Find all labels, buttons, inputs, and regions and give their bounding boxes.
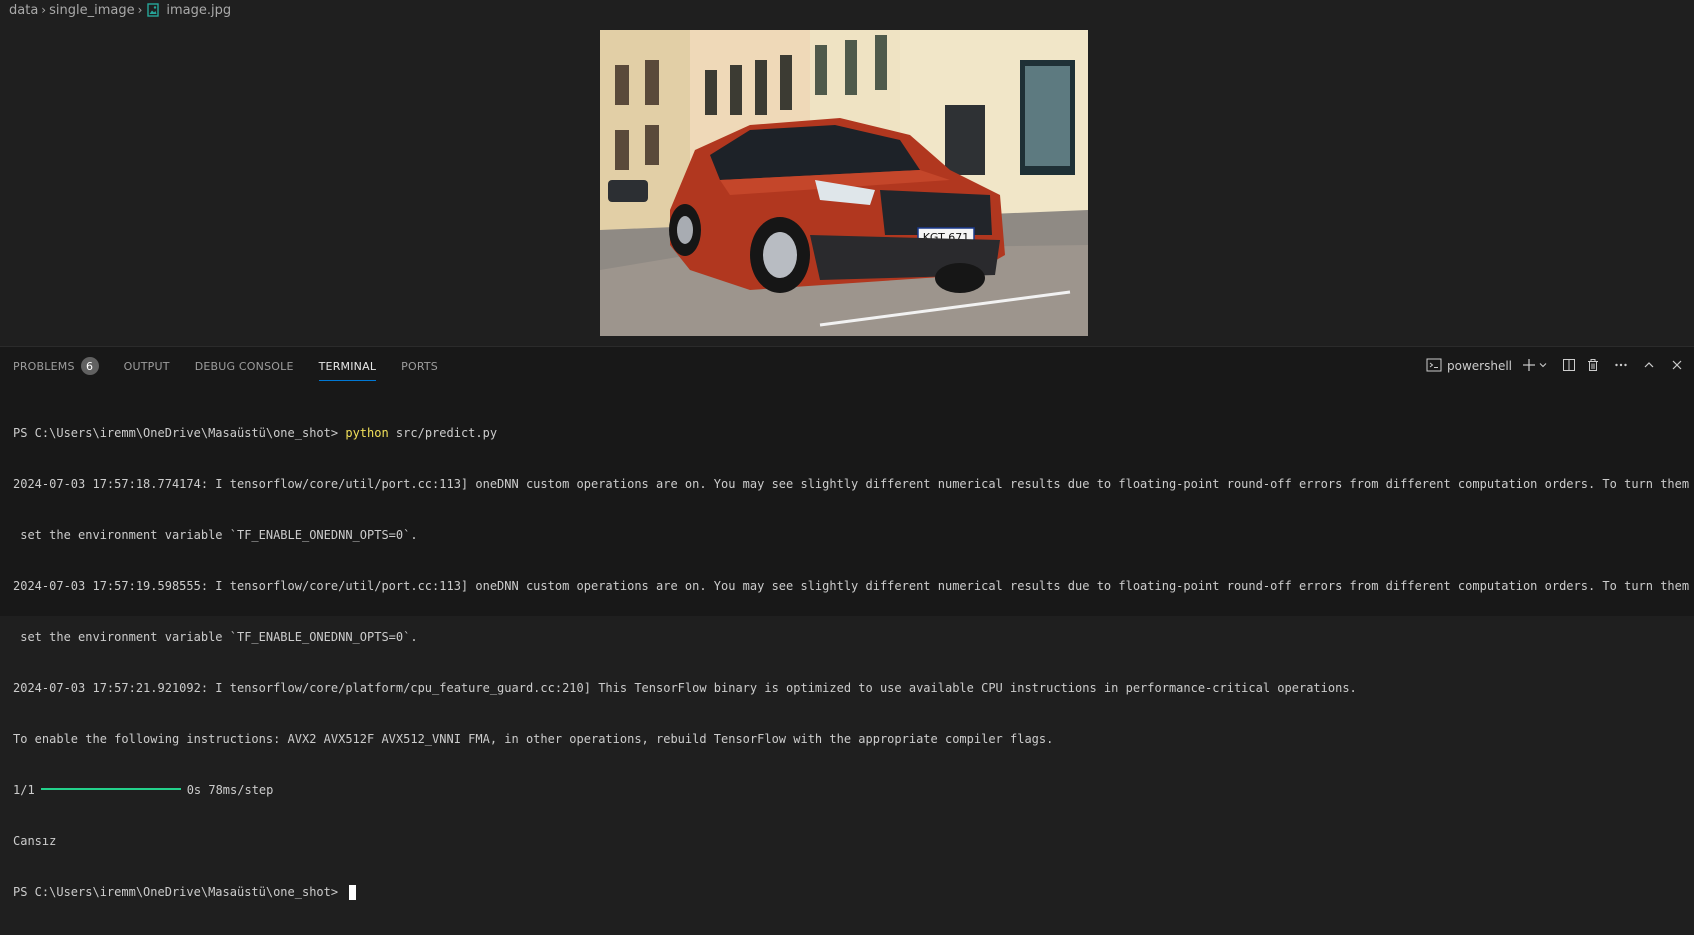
tab-terminal[interactable]: TERMINAL xyxy=(318,355,377,381)
split-terminal-button[interactable] xyxy=(1562,358,1576,375)
problems-count-badge: 6 xyxy=(80,357,99,375)
terminal-cursor xyxy=(349,885,357,900)
image-preview: KGT 671 xyxy=(600,30,1088,336)
tab-output[interactable]: OUTPUT xyxy=(124,355,170,377)
tab-debug-console-label: DEBUG CONSOLE xyxy=(194,359,294,373)
prompt: PS C:\Users\iremm\OneDrive\Masaüstü\one_… xyxy=(13,885,346,899)
progress-bar xyxy=(40,788,181,790)
maximize-panel-button[interactable] xyxy=(1642,358,1656,375)
bottom-panel: PROBLEMS 6 OUTPUT DEBUG CONSOLE TERMINAL… xyxy=(0,346,1694,900)
prediction-result: Cansız xyxy=(13,834,57,848)
terminal-line: 2024-07-03 17:57:19.598555: I tensorflow… xyxy=(13,579,1694,593)
trash-icon xyxy=(1586,358,1600,375)
breadcrumb-item-image-jpg[interactable]: image.jpg xyxy=(166,3,231,18)
terminal-line: set the environment variable `TF_ENABLE_… xyxy=(13,630,418,644)
split-icon xyxy=(1562,358,1576,375)
breadcrumb: data › single_image › image.jpg xyxy=(9,0,231,20)
image-file-icon xyxy=(147,3,160,17)
chevron-right-icon: › xyxy=(137,3,143,17)
tab-problems-label: PROBLEMS xyxy=(13,359,75,373)
command-args: src/predict.py xyxy=(388,426,498,440)
progress-step: 1/1 xyxy=(13,783,35,797)
close-panel-button[interactable] xyxy=(1670,358,1684,375)
tab-ports-label: PORTS xyxy=(401,359,438,373)
tab-problems[interactable]: PROBLEMS 6 xyxy=(13,355,99,377)
panel-tabs: PROBLEMS 6 OUTPUT DEBUG CONSOLE TERMINAL… xyxy=(13,355,463,381)
shell-label: powershell xyxy=(1447,359,1512,373)
command-executable: python xyxy=(345,426,389,440)
editor-area: data › single_image › image.jpg KGT 671 xyxy=(0,0,1694,346)
chevron-right-icon: › xyxy=(41,3,47,17)
more-actions-button[interactable] xyxy=(1614,358,1628,375)
tab-debug-console[interactable]: DEBUG CONSOLE xyxy=(195,355,294,377)
close-icon xyxy=(1670,358,1684,375)
progress-text: 0s 78ms/step xyxy=(186,783,274,797)
terminal-line: 2024-07-03 17:57:18.774174: I tensorflow… xyxy=(13,477,1694,491)
terminal-line: PS C:\Users\iremm\OneDrive\Masaüstü\one_… xyxy=(13,884,1684,901)
chevron-down-icon[interactable] xyxy=(1538,359,1548,373)
terminal-output[interactable]: PS C:\Users\iremm\OneDrive\Masaüstü\one_… xyxy=(13,391,1694,935)
chevron-up-icon xyxy=(1642,358,1656,375)
breadcrumb-item-single-image[interactable]: single_image xyxy=(49,3,134,18)
terminal-shell-selector[interactable]: powershell xyxy=(1426,358,1512,375)
plus-icon xyxy=(1522,358,1536,375)
terminal-line: To enable the following instructions: AV… xyxy=(13,732,1054,746)
tab-output-label: OUTPUT xyxy=(123,359,170,373)
terminal-line: PS C:\Users\iremm\OneDrive\Masaüstü\one_… xyxy=(13,425,1684,442)
panel-actions: powershell xyxy=(1416,355,1684,377)
terminal-line: 2024-07-03 17:57:21.921092: I tensorflow… xyxy=(13,681,1357,695)
progress-line: 1/1 0s 78ms/step xyxy=(13,782,1684,799)
kill-terminal-button[interactable] xyxy=(1586,358,1600,375)
ellipsis-icon xyxy=(1614,358,1628,375)
terminal-line: set the environment variable `TF_ENABLE_… xyxy=(13,528,418,542)
tab-terminal-label: TERMINAL xyxy=(318,359,377,373)
breadcrumb-item-data[interactable]: data xyxy=(9,3,38,18)
prompt: PS C:\Users\iremm\OneDrive\Masaüstü\one_… xyxy=(13,426,346,440)
terminal-icon xyxy=(1426,358,1442,375)
new-terminal-button[interactable] xyxy=(1522,358,1548,375)
tab-ports[interactable]: PORTS xyxy=(401,355,438,377)
